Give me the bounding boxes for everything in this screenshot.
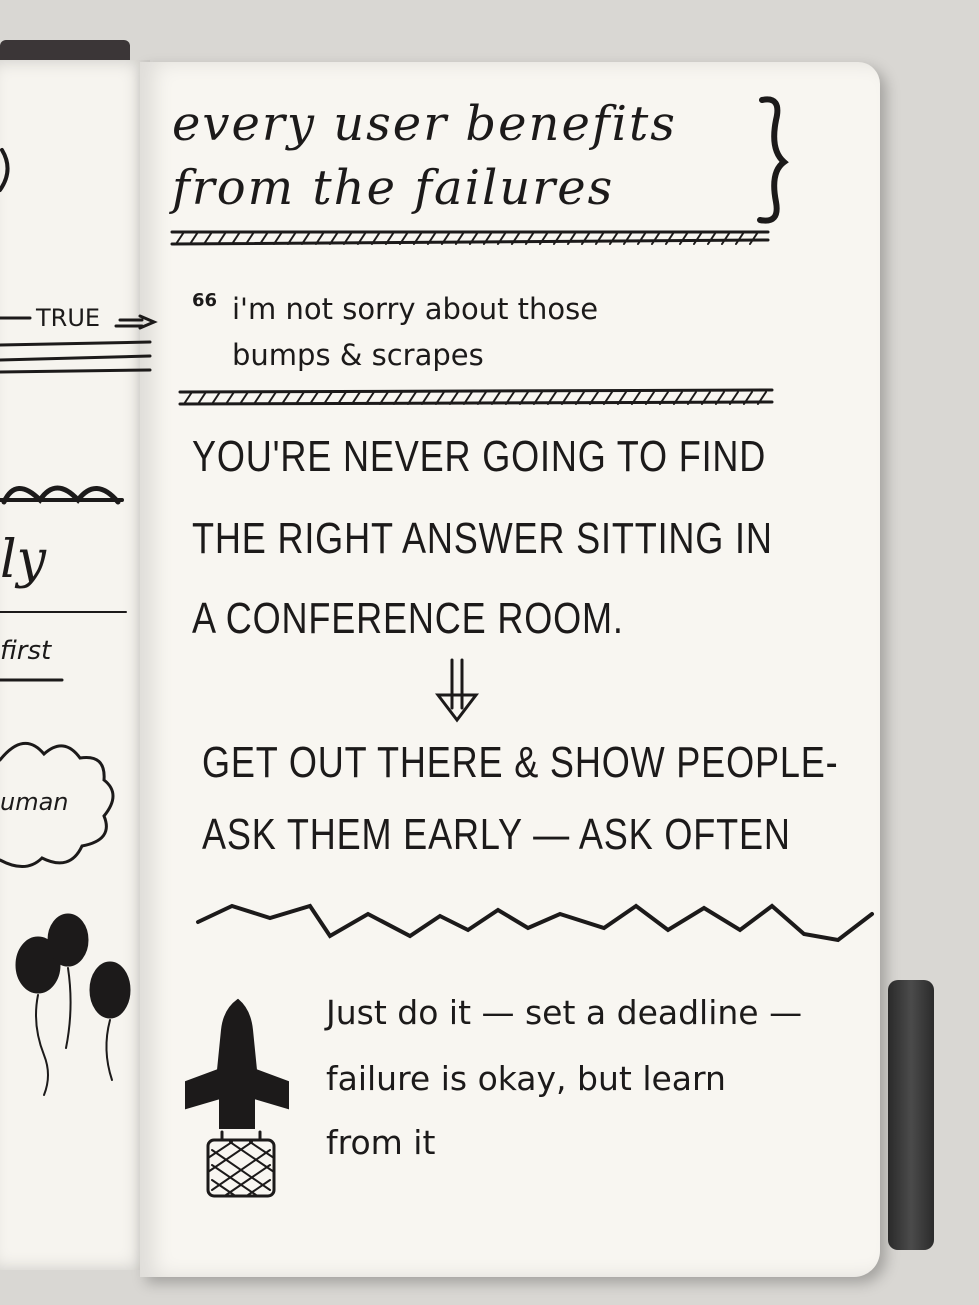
caps-line-3: A CONFERENCE ROOM. xyxy=(192,594,624,643)
left-first-fragment: first xyxy=(0,636,52,666)
caps-line-2: THE RIGHT ANSWER SITTING IN xyxy=(192,514,773,563)
zigzag-divider xyxy=(196,903,874,943)
rocket-icon xyxy=(185,998,289,1198)
true-label: TRUE xyxy=(36,304,101,332)
quote-mark: 66 xyxy=(192,290,218,311)
down-arrow-icon xyxy=(434,658,480,723)
left-script-fragment: ly xyxy=(0,530,47,590)
closing-line-1: Just do it — set a deadline — xyxy=(326,993,803,1032)
action-line-2: ASK THEM EARLY — ASK OFTEN xyxy=(202,810,791,859)
curly-brace-icon xyxy=(757,96,789,224)
quote-line-1: i'm not sorry about those xyxy=(232,292,599,326)
action-line-1: GET OUT THERE & SHOW PEOPLE- xyxy=(202,738,839,787)
quote-line-2: bumps & scrapes xyxy=(232,338,484,372)
notebook-scene: every user benefits from the failures 66… xyxy=(0,0,979,1305)
left-cloud-fragment: uman xyxy=(0,788,69,816)
balloons-icon xyxy=(15,913,131,1096)
hatched-divider-top xyxy=(170,230,770,246)
left-page-sketches xyxy=(0,148,158,868)
hatched-divider-middle xyxy=(178,388,774,406)
closing-line-2: failure is okay, but learn xyxy=(326,1059,726,1098)
caps-line-1: YOU'RE NEVER GOING TO FIND xyxy=(192,432,767,481)
closing-line-3: from it xyxy=(326,1123,436,1162)
page-title-line-1: every user benefits xyxy=(172,96,677,152)
page-title-line-2: from the failures xyxy=(172,160,615,216)
